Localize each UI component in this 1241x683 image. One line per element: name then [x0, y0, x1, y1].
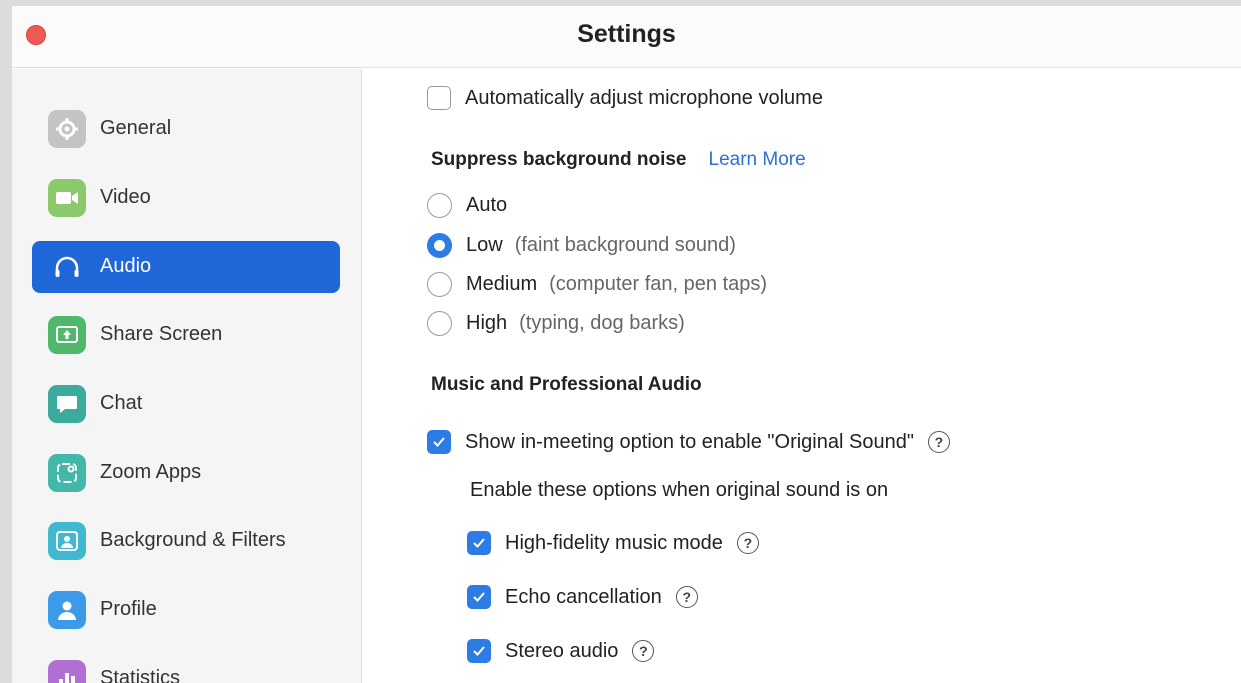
- sidebar-item-statistics[interactable]: Statistics: [32, 653, 340, 683]
- sidebar-item-label: Video: [100, 186, 151, 208]
- sidebar-item-video[interactable]: Video: [32, 172, 340, 224]
- suppress-noise-heading: Suppress background noise Learn More: [431, 149, 806, 171]
- audio-settings-panel: Automatically adjust microphone volume S…: [363, 69, 1241, 683]
- title-bar: Settings: [12, 6, 1241, 68]
- window-title: Settings: [577, 20, 676, 48]
- help-icon[interactable]: ?: [632, 640, 655, 662]
- help-icon[interactable]: ?: [736, 532, 759, 554]
- suppress-option-hint: (computer fan, pen taps): [549, 273, 768, 295]
- help-icon[interactable]: ?: [927, 431, 950, 453]
- stereo-audio-option[interactable]: Stereo audio ?: [467, 639, 655, 663]
- suppress-auto-radio[interactable]: [427, 193, 452, 218]
- sidebar-item-label: Audio: [100, 255, 152, 277]
- sidebar-item-chat[interactable]: Chat: [32, 378, 340, 430]
- suppress-noise-title: Suppress background noise: [431, 149, 687, 170]
- echo-cancellation-label: Echo cancellation: [505, 585, 662, 608]
- auto-adjust-mic-option[interactable]: Automatically adjust microphone volume: [427, 86, 823, 110]
- sidebar-item-audio[interactable]: Audio: [32, 241, 340, 293]
- hifi-music-checkbox[interactable]: [467, 531, 491, 555]
- auto-adjust-mic-checkbox[interactable]: [427, 86, 451, 110]
- suppress-option-auto[interactable]: Auto: [427, 193, 507, 218]
- video-camera-icon: [48, 179, 86, 217]
- settings-window: Settings General Video Audio Share Scree…: [12, 6, 1241, 683]
- gear-icon: [48, 110, 86, 148]
- suppress-option-label: Medium: [466, 273, 538, 295]
- suppress-option-label: Low: [466, 234, 503, 256]
- learn-more-link[interactable]: Learn More: [709, 149, 806, 170]
- headphones-icon: [48, 248, 86, 286]
- suppress-option-hint: (typing, dog barks): [519, 312, 685, 334]
- original-sound-option[interactable]: Show in-meeting option to enable "Origin…: [427, 430, 950, 454]
- checkmark-icon: [433, 437, 445, 447]
- suppress-option-high[interactable]: High (typing, dog barks): [427, 311, 685, 336]
- sidebar-item-zoom-apps[interactable]: Zoom Apps: [32, 447, 340, 499]
- checkmark-icon: [473, 646, 485, 656]
- profile-person-icon: [48, 591, 86, 629]
- suppress-low-radio[interactable]: [427, 233, 452, 258]
- sidebar-item-profile[interactable]: Profile: [32, 584, 340, 636]
- sidebar-item-label: Background & Filters: [100, 529, 286, 551]
- sidebar-item-general[interactable]: General: [32, 103, 340, 155]
- original-sound-label: Show in-meeting option to enable "Origin…: [465, 430, 914, 453]
- chat-bubble-icon: [48, 385, 86, 423]
- auto-adjust-mic-label: Automatically adjust microphone volume: [465, 86, 823, 109]
- sidebar-item-share-screen[interactable]: Share Screen: [32, 309, 340, 361]
- settings-sidebar: General Video Audio Share Screen Chat Zo…: [12, 69, 362, 683]
- sidebar-item-background-filters[interactable]: Background & Filters: [32, 515, 340, 567]
- sidebar-item-label: Profile: [100, 598, 157, 620]
- background-person-icon: [48, 522, 86, 560]
- hifi-music-label: High-fidelity music mode: [505, 531, 723, 554]
- hifi-music-option[interactable]: High-fidelity music mode ?: [467, 531, 759, 555]
- checkmark-icon: [473, 592, 485, 602]
- echo-cancellation-checkbox[interactable]: [467, 585, 491, 609]
- stereo-audio-checkbox[interactable]: [467, 639, 491, 663]
- suppress-option-medium[interactable]: Medium (computer fan, pen taps): [427, 272, 767, 297]
- suppress-option-low[interactable]: Low (faint background sound): [427, 233, 736, 258]
- suppress-option-hint: (faint background sound): [514, 234, 736, 256]
- sidebar-item-label: Share Screen: [100, 323, 223, 345]
- sidebar-item-label: Chat: [100, 392, 143, 414]
- help-icon[interactable]: ?: [675, 586, 698, 608]
- checkmark-icon: [473, 538, 485, 548]
- suppress-option-label: Auto: [466, 194, 508, 216]
- suppress-medium-radio[interactable]: [427, 272, 452, 297]
- stereo-audio-label: Stereo audio: [505, 639, 619, 662]
- sidebar-item-label: General: [100, 117, 172, 139]
- share-screen-icon: [48, 316, 86, 354]
- music-audio-heading: Music and Professional Audio: [431, 374, 702, 395]
- suppress-option-label: High: [466, 312, 508, 334]
- original-sound-checkbox[interactable]: [427, 430, 451, 454]
- suppress-high-radio[interactable]: [427, 311, 452, 336]
- bar-chart-icon: [48, 660, 86, 683]
- sidebar-item-label: Zoom Apps: [100, 461, 202, 483]
- echo-cancellation-option[interactable]: Echo cancellation ?: [467, 585, 698, 609]
- sidebar-item-label: Statistics: [100, 667, 181, 683]
- apps-icon: [48, 454, 86, 492]
- enable-options-text: Enable these options when original sound…: [470, 479, 889, 501]
